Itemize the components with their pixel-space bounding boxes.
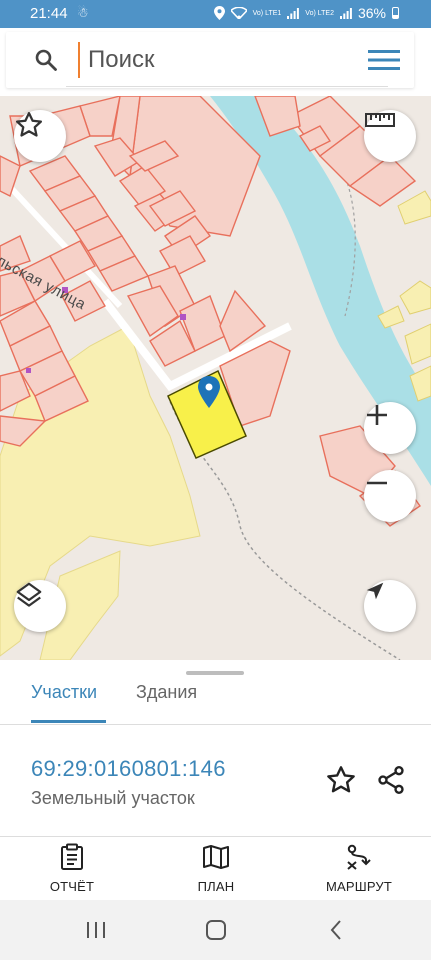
notification-icon: ☃ [77,5,89,20]
route-icon [347,844,371,870]
my-location-button[interactable] [364,580,416,632]
recent-apps-button[interactable] [76,916,116,944]
ruler-icon [365,113,395,127]
signal-icon [287,7,300,19]
home-icon [206,920,226,940]
clipboard-icon [61,843,83,870]
battery-percent: 36% [357,5,386,21]
tab-buildings[interactable]: Здания [136,682,197,703]
search-underline [66,86,388,87]
hamburger-menu-icon[interactable] [368,48,400,72]
zoom-in-button[interactable] [364,402,416,454]
layers-icon [16,582,42,607]
home-button[interactable] [196,916,236,944]
active-tab-indicator [31,720,106,723]
parcel-type: Земельный участок [31,788,195,808]
minus-icon [367,481,387,485]
search-bar [6,32,414,88]
share-icon[interactable] [375,764,407,796]
star-icon [16,112,42,137]
system-navigation-bar [0,900,431,960]
report-button[interactable]: ОТЧЁТ [17,843,127,894]
star-icon[interactable] [325,764,357,796]
map-view[interactable]: ельская улица [0,96,431,660]
recent-apps-icon [87,922,105,938]
cadastral-number[interactable]: 69:29:0160801:146 [31,756,226,782]
plan-label: ПЛАН [197,879,235,894]
navigation-arrow-icon [366,582,384,600]
ruler-button[interactable] [364,110,416,162]
zoom-out-button[interactable] [364,470,416,522]
bottom-toolbar: ОТЧЁТ ПЛАН МАРШРУТ [0,837,431,899]
tab-parcels[interactable]: Участки [31,682,97,703]
network-2: Vo) LTE2 [305,9,334,17]
search-icon[interactable] [34,48,58,72]
status-time: 21:44 [30,5,68,22]
battery-icon [392,7,399,19]
sheet-drag-handle[interactable] [186,671,244,675]
sheet-tabs: Участки Здания [0,678,431,725]
back-button[interactable] [316,916,356,944]
search-input[interactable] [78,42,378,78]
favorites-map-button[interactable] [14,110,66,162]
plan-button[interactable]: ПЛАН [161,843,271,894]
network-1: Vo) LTE1 [252,9,282,17]
signal-icon-2 [339,7,352,19]
wifi-icon [230,7,247,19]
location-icon [213,6,225,20]
map-canvas[interactable] [0,96,431,660]
route-button[interactable]: МАРШРУТ [304,843,414,894]
route-label: МАРШРУТ [325,879,393,894]
map-icon [203,845,229,869]
status-bar: 21:44 ☃ Vo) LTE1 Vo) LTE2 36% [0,0,431,28]
status-icons: Vo) LTE1 Vo) LTE2 36% [213,5,399,21]
layers-button[interactable] [14,580,66,632]
back-icon [330,920,341,940]
plus-icon [367,405,387,425]
report-label: ОТЧЁТ [49,879,95,894]
